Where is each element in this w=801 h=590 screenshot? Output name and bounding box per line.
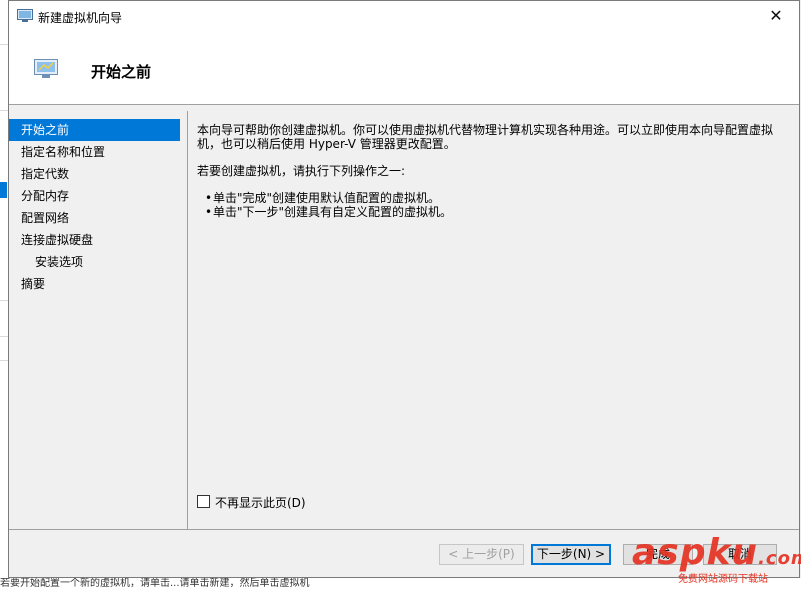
title-bar[interactable]: 新建虚拟机向导 ✕ xyxy=(9,1,799,31)
hyper-v-vm-icon xyxy=(34,59,58,78)
next-button[interactable]: 下一步(N) > xyxy=(531,544,611,565)
close-icon: ✕ xyxy=(769,6,783,25)
nav-item-summary[interactable]: 摘要 xyxy=(9,273,180,295)
wizard-header: 开始之前 xyxy=(9,31,799,105)
new-vm-wizard-dialog: 新建虚拟机向导 ✕ 开始之前 开始之前 指定名称和位置 指定代数 分配内存 配置… xyxy=(8,0,800,578)
dont-show-again-label[interactable]: 不再显示此页(D) xyxy=(215,494,306,511)
hyper-v-vm-icon xyxy=(17,9,33,22)
background-status-text: 若要开始配置一个新的虚拟机，请单击...请单击新建，然后单击虚拟机 xyxy=(0,578,801,590)
bullet: • xyxy=(205,191,213,205)
nav-item-memory[interactable]: 分配内存 xyxy=(9,185,180,207)
list-item: •单击"下一步"创建具有自定义配置的虚拟机。 xyxy=(197,205,787,219)
list-item: •单击"完成"创建使用默认值配置的虚拟机。 xyxy=(197,191,787,205)
window-title: 新建虚拟机向导 xyxy=(38,11,123,25)
nav-item-install-options[interactable]: 安装选项 xyxy=(9,251,180,273)
option-finish-text: 单击"完成"创建使用默认值配置的虚拟机。 xyxy=(213,191,441,205)
page-title: 开始之前 xyxy=(91,63,152,81)
nav-item-virtual-disk[interactable]: 连接虚拟硬盘 xyxy=(9,229,180,251)
divider xyxy=(9,529,799,530)
divider xyxy=(187,111,188,529)
nav-item-network[interactable]: 配置网络 xyxy=(9,207,180,229)
wizard-content: 本向导可帮助你创建虚拟机。你可以使用虚拟机代替物理计算机实现各种用途。可以立即使… xyxy=(197,123,787,219)
option-next-text: 单击"下一步"创建具有自定义配置的虚拟机。 xyxy=(213,205,453,219)
actions-intro-text: 若要创建虚拟机，请执行下列操作之一: xyxy=(197,164,406,178)
cancel-button[interactable]: 取消 xyxy=(703,544,777,565)
intro-text: 本向导可帮助你创建虚拟机。你可以使用虚拟机代替物理计算机实现各种用途。可以立即使… xyxy=(197,123,774,151)
previous-button[interactable]: < 上一步(P) xyxy=(439,544,524,565)
nav-item-before-you-begin[interactable]: 开始之前 xyxy=(9,119,180,141)
close-button[interactable]: ✕ xyxy=(753,1,799,31)
background-selection xyxy=(0,182,7,198)
finish-button[interactable]: 完成 xyxy=(623,544,693,565)
bullet: • xyxy=(205,205,213,219)
nav-item-name-location[interactable]: 指定名称和位置 xyxy=(9,141,180,163)
wizard-steps-nav: 开始之前 指定名称和位置 指定代数 分配内存 配置网络 连接虚拟硬盘 安装选项 … xyxy=(9,119,180,295)
nav-item-generation[interactable]: 指定代数 xyxy=(9,163,180,185)
dont-show-again-checkbox[interactable] xyxy=(197,495,210,508)
